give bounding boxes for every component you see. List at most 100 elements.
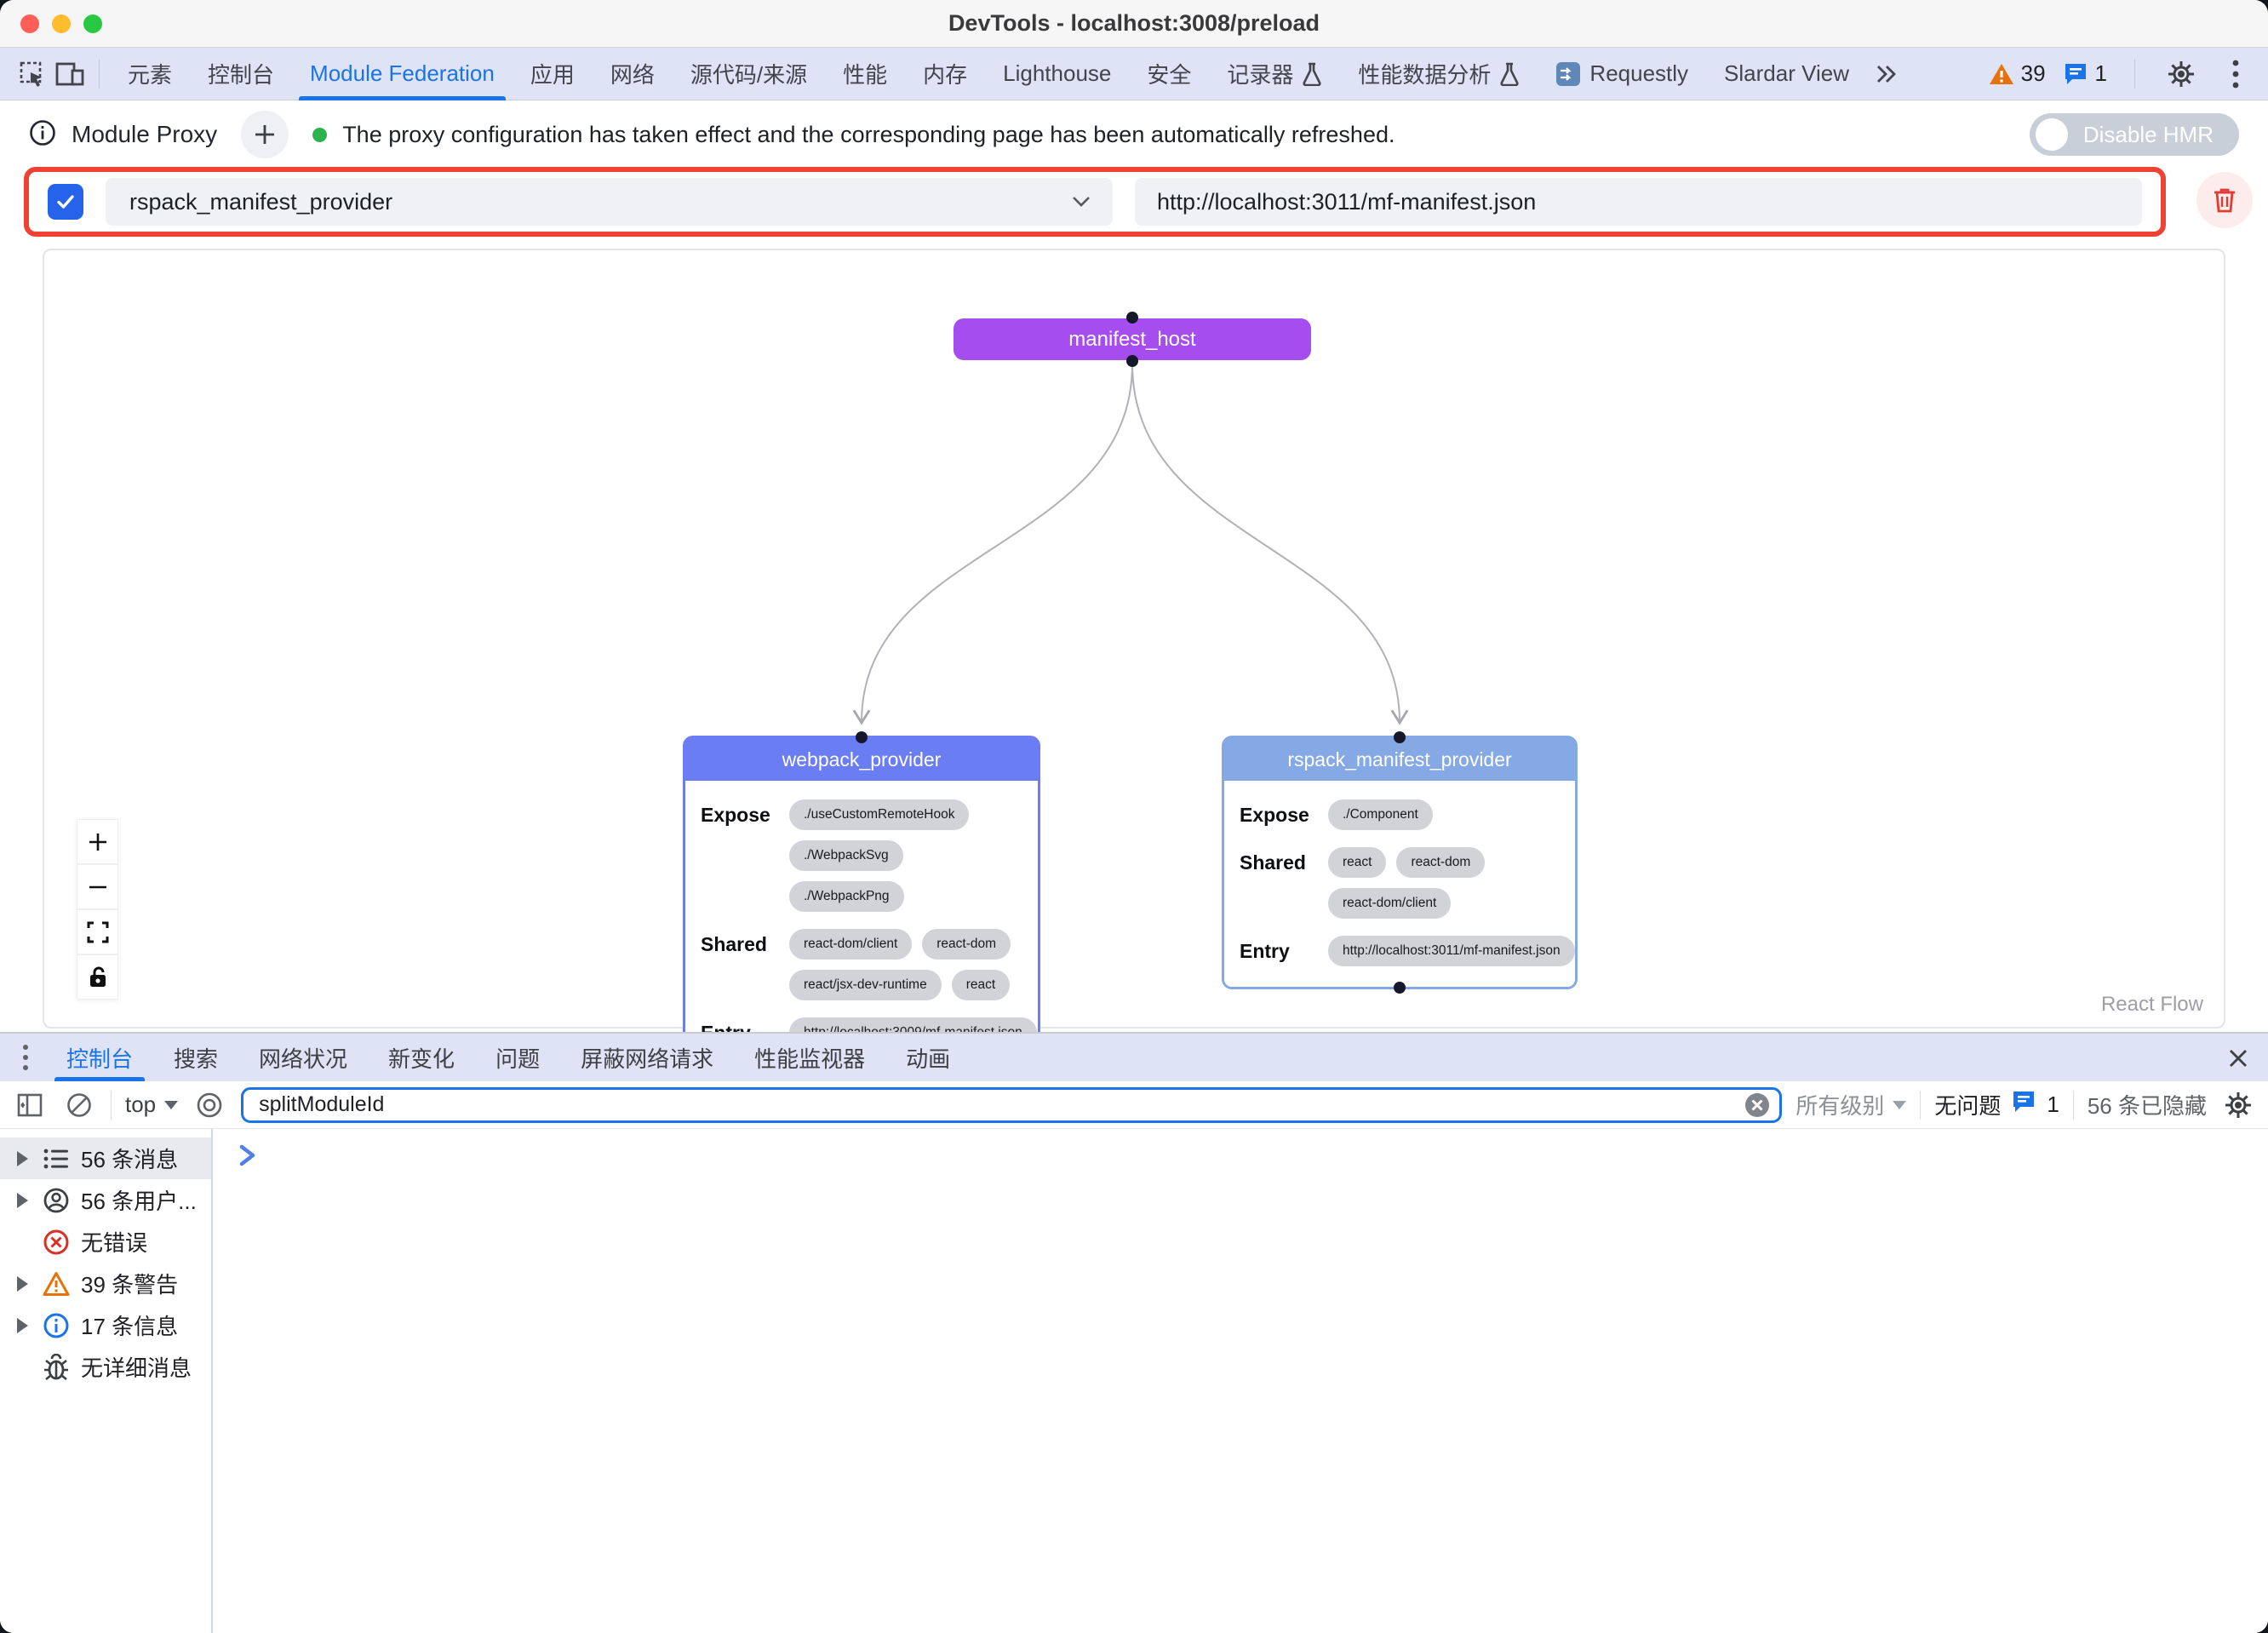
hidden-messages-count[interactable]: 56 条已隐藏 — [2088, 1089, 2207, 1120]
console-tab-console[interactable]: 控制台 — [46, 1034, 153, 1081]
caret-down-icon — [164, 1101, 178, 1109]
inspect-element-icon[interactable] — [14, 55, 51, 93]
divider — [1920, 1091, 1921, 1120]
close-window-button[interactable] — [20, 14, 39, 33]
section-label: Shared — [701, 929, 779, 1000]
module-proxy-header: Module Proxy The proxy configuration has… — [0, 100, 2268, 169]
expander-triangle-icon[interactable] — [17, 1151, 32, 1166]
caret-down-icon — [1893, 1101, 1906, 1109]
tab-memory[interactable]: 内存 — [905, 48, 985, 100]
warnings-badge[interactable]: 39 — [1989, 60, 2046, 87]
kebab-menu-icon[interactable] — [2217, 55, 2254, 93]
sidebar-item-user-messages[interactable]: 56 条用户... — [0, 1179, 211, 1221]
console-tab-issues[interactable]: 问题 — [475, 1034, 560, 1081]
tab-performance-insights[interactable]: 性能数据分析 — [1340, 48, 1538, 100]
tab-slardar-view[interactable]: Slardar View — [1706, 48, 1867, 100]
device-toolbar-icon[interactable] — [51, 55, 89, 93]
sidebar-item-verbose[interactable]: 无详细消息 — [0, 1346, 211, 1388]
tab-requestly[interactable]: Requestly — [1538, 48, 1706, 100]
sidebar-item-errors[interactable]: 无错误 — [0, 1221, 211, 1263]
settings-gear-icon[interactable] — [2162, 55, 2200, 93]
sidebar-item-all-messages[interactable]: 56 条消息 — [0, 1137, 211, 1179]
expose-tag: ./WebpackSvg — [789, 840, 903, 871]
node-handle[interactable] — [1394, 982, 1406, 994]
shared-tag: react-dom — [1396, 847, 1485, 878]
provider-select[interactable]: rspack_manifest_provider — [106, 178, 1113, 226]
sidebar-item-info[interactable]: 17 条信息 — [0, 1304, 211, 1346]
delete-rule-button[interactable] — [2196, 172, 2253, 228]
issues-status[interactable]: 无问题 1 — [1934, 1089, 2059, 1120]
minimize-window-button[interactable] — [52, 14, 71, 33]
tab-lighthouse[interactable]: Lighthouse — [985, 48, 1129, 100]
expander-triangle-icon[interactable] — [17, 1193, 32, 1207]
module-proxy-title: Module Proxy — [72, 121, 217, 148]
console-settings-gear-icon[interactable] — [2220, 1087, 2256, 1123]
expose-tag: ./WebpackPng — [789, 881, 904, 912]
warning-triangle-icon — [43, 1270, 70, 1298]
add-proxy-rule-button[interactable] — [241, 111, 289, 158]
rule-enabled-checkbox[interactable] — [48, 184, 83, 220]
close-drawer-icon[interactable] — [2222, 1042, 2254, 1074]
issues-badge[interactable]: 1 — [2063, 60, 2107, 87]
expander-triangle-icon[interactable] — [17, 1318, 32, 1332]
expose-section: Expose ./Component — [1240, 799, 1563, 830]
expose-tag: ./Component — [1328, 799, 1433, 830]
status-dot — [312, 128, 327, 142]
execution-context-select[interactable]: top — [125, 1092, 178, 1118]
console-tab-performance-monitor[interactable]: 性能监视器 — [734, 1034, 885, 1081]
drawer-kebab-menu-icon[interactable] — [9, 1040, 43, 1074]
console-sidebar-toggle-icon[interactable] — [12, 1087, 48, 1123]
tab-elements[interactable]: 元素 — [110, 48, 190, 100]
divider — [2134, 60, 2135, 89]
tab-console[interactable]: 控制台 — [190, 48, 292, 100]
zoom-window-button[interactable] — [83, 14, 102, 33]
flow-edge-host-webpack — [862, 364, 1132, 722]
flow-node-manifest-host[interactable]: manifest_host — [954, 318, 1311, 360]
node-handle[interactable] — [1394, 731, 1406, 743]
tab-performance[interactable]: 性能 — [825, 48, 905, 100]
log-level-filter[interactable]: 所有级别 — [1796, 1089, 1906, 1120]
console-toolbar: top 所有级别 无问题 1 56 条 — [0, 1081, 2268, 1129]
more-tabs-icon[interactable] — [1867, 55, 1904, 93]
expander-triangle-icon[interactable] — [17, 1276, 32, 1291]
console-tab-search[interactable]: 搜索 — [153, 1034, 238, 1081]
fit-view-button[interactable] — [77, 909, 118, 954]
zoom-out-button[interactable] — [77, 864, 118, 909]
manifest-url-input[interactable] — [1135, 178, 2142, 226]
clear-console-icon[interactable] — [61, 1087, 97, 1123]
tab-network[interactable]: 网络 — [593, 48, 673, 100]
proxy-rule-row: rspack_manifest_provider — [24, 167, 2166, 237]
flow-node-webpack-provider[interactable]: webpack_provider Expose ./useCustomRemot… — [683, 736, 1040, 1071]
flask-icon — [1302, 62, 1322, 86]
tab-recorder[interactable]: 记录器 — [1209, 48, 1340, 100]
section-label: Entry — [1240, 936, 1318, 966]
devtools-window: DevTools - localhost:3008/preload 元素 控制台… — [0, 0, 2268, 1633]
sidebar-item-warnings[interactable]: 39 条警告 — [0, 1263, 211, 1304]
node-handle[interactable] — [856, 731, 868, 743]
clear-filter-icon[interactable] — [1743, 1091, 1772, 1120]
requestly-icon — [1555, 61, 1581, 87]
console-tab-network-conditions[interactable]: 网络状况 — [238, 1034, 368, 1081]
console-tab-animations[interactable]: 动画 — [885, 1034, 971, 1081]
tab-module-federation[interactable]: Module Federation — [292, 48, 513, 100]
bug-icon — [43, 1354, 70, 1381]
flow-node-rspack-manifest-provider[interactable]: rspack_manifest_provider Expose ./Compon… — [1222, 736, 1578, 989]
lock-interactivity-button[interactable] — [77, 954, 118, 1000]
live-expression-eye-icon[interactable] — [192, 1087, 227, 1123]
module-graph-canvas[interactable]: manifest_host webpack_provider Expose ./… — [43, 249, 2225, 1029]
flask-icon — [1499, 62, 1520, 86]
info-icon[interactable] — [29, 119, 56, 151]
tab-application[interactable]: 应用 — [513, 48, 593, 100]
console-tab-network-blocking[interactable]: 屏蔽网络请求 — [560, 1034, 734, 1081]
console-tab-changes[interactable]: 新变化 — [368, 1034, 475, 1081]
console-messages-area[interactable] — [213, 1129, 2268, 1633]
console-tabbar: 控制台 搜索 网络状况 新变化 问题 屏蔽网络请求 性能监视器 动画 — [0, 1034, 2268, 1081]
tab-security[interactable]: 安全 — [1129, 48, 1209, 100]
node-handle[interactable] — [1126, 355, 1138, 367]
console-filter-input[interactable] — [241, 1087, 1782, 1123]
disable-hmr-toggle[interactable]: Disable HMR — [2030, 113, 2239, 156]
node-handle[interactable] — [1126, 312, 1138, 324]
zoom-in-button[interactable] — [77, 819, 118, 864]
tab-sources[interactable]: 源代码/来源 — [673, 48, 825, 100]
react-flow-attribution[interactable]: React Flow — [2101, 993, 2203, 1017]
